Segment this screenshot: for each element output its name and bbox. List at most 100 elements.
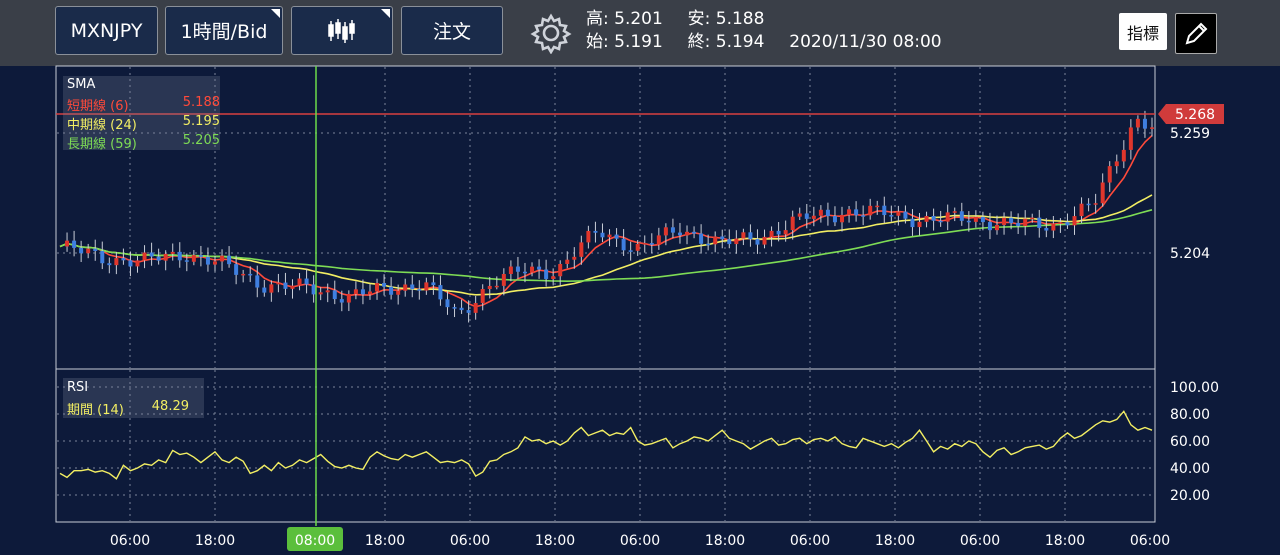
candle-body xyxy=(360,289,365,295)
time-tick-label: 18:00 xyxy=(365,533,405,549)
candle-body xyxy=(227,255,232,265)
candle-body xyxy=(586,230,591,243)
rsi-tick-label: 20.00 xyxy=(1170,488,1210,504)
candle-body xyxy=(868,205,873,216)
candle-body xyxy=(184,260,189,262)
candle-body xyxy=(811,215,816,219)
candle-body xyxy=(776,230,781,235)
candle-body xyxy=(790,216,795,231)
candle-body xyxy=(276,282,281,285)
candle-body xyxy=(1030,217,1035,220)
candle-body xyxy=(642,243,647,245)
candle-body xyxy=(995,224,1000,231)
candle-body xyxy=(403,284,408,291)
candle-body xyxy=(734,238,739,245)
candle-body xyxy=(861,215,866,217)
candle-body xyxy=(1135,118,1140,128)
candle-body xyxy=(72,240,77,248)
rsi-period-label: 期間 (14) xyxy=(67,403,124,418)
candle-body xyxy=(396,290,401,295)
candle-body xyxy=(741,232,746,239)
candle-body xyxy=(530,266,535,273)
candle-body xyxy=(170,251,175,254)
candle-body xyxy=(649,243,654,245)
candle-body xyxy=(755,239,760,245)
candle-body xyxy=(494,285,499,288)
time-tick-label: 18:00 xyxy=(1045,533,1085,549)
candle-body xyxy=(875,205,880,208)
candle-body xyxy=(142,252,147,261)
rsi-tick-label: 100.00 xyxy=(1170,380,1219,396)
candle-body xyxy=(600,232,605,238)
candle-body xyxy=(1100,182,1105,204)
candle-body xyxy=(255,275,260,288)
candle-body xyxy=(1128,127,1133,150)
candle-body xyxy=(1142,118,1147,129)
sma-long-value: 5.205 xyxy=(182,133,220,148)
candle-body xyxy=(93,248,98,252)
candle-body xyxy=(804,213,809,219)
candle-body xyxy=(854,209,859,216)
candle-body xyxy=(635,243,640,251)
candle-body xyxy=(114,258,119,266)
candle-body xyxy=(931,215,936,221)
candle-body xyxy=(1058,222,1063,224)
candle-body xyxy=(156,256,161,261)
time-tick-label: 18:00 xyxy=(195,533,235,549)
candle-body xyxy=(1121,149,1126,162)
candle-body xyxy=(537,266,542,270)
candle-body xyxy=(1016,223,1021,227)
candle-body xyxy=(79,247,84,254)
candle-body xyxy=(896,211,901,216)
time-tick-label: 06:00 xyxy=(620,533,660,549)
candle-body xyxy=(840,214,845,223)
grid-lines xyxy=(57,67,1154,521)
candle-body xyxy=(565,259,570,264)
candle-body xyxy=(980,216,985,223)
time-tick-label: 18:00 xyxy=(875,533,915,549)
rsi-line xyxy=(59,410,1153,480)
candle-body xyxy=(670,227,675,233)
time-tick-label: 06:00 xyxy=(450,533,490,549)
candle-body xyxy=(762,236,767,245)
sma-lines xyxy=(59,135,1153,308)
candle-body xyxy=(558,263,563,277)
rsi-period-value: 48.29 xyxy=(151,399,189,414)
candle-body xyxy=(234,264,239,275)
candle-body xyxy=(339,299,344,303)
candle-body xyxy=(318,292,323,295)
candle-body xyxy=(367,291,372,295)
candle-body xyxy=(515,266,520,272)
sma-mid-label: 中期線 (24) xyxy=(67,118,137,133)
candle-body xyxy=(241,273,246,276)
candle-body xyxy=(375,283,380,292)
candle-body xyxy=(924,215,929,222)
rsi-tick-label: 40.00 xyxy=(1170,461,1210,477)
sma-short-value: 5.188 xyxy=(182,95,220,110)
candle-body xyxy=(353,289,358,294)
candle-body xyxy=(945,212,950,222)
candle-body xyxy=(663,227,668,236)
sma-short-label: 短期線 (6) xyxy=(67,99,129,114)
candle-body xyxy=(1107,166,1112,183)
candle-body xyxy=(438,285,443,300)
time-tick-label: 06:00 xyxy=(790,533,830,549)
candle-body xyxy=(1002,217,1007,225)
candle-body xyxy=(149,252,154,257)
candle-body xyxy=(431,282,436,286)
sma-mid-value: 5.195 xyxy=(182,114,220,129)
candle-body xyxy=(332,290,337,300)
candle-body xyxy=(544,269,549,279)
candle-body xyxy=(621,238,626,251)
candle-body xyxy=(1023,218,1028,227)
sma-long-label: 長期線 (59) xyxy=(67,137,137,152)
candle-body xyxy=(706,243,711,246)
candle-body xyxy=(952,211,957,213)
rsi-tick-label: 80.00 xyxy=(1170,407,1210,423)
candle-body xyxy=(825,209,830,217)
price-tick-label: 5.204 xyxy=(1170,246,1210,262)
candle-body xyxy=(135,260,140,267)
candle-body xyxy=(1150,127,1154,129)
rsi-legend-title: RSI xyxy=(67,380,89,395)
candle-body xyxy=(938,220,943,223)
